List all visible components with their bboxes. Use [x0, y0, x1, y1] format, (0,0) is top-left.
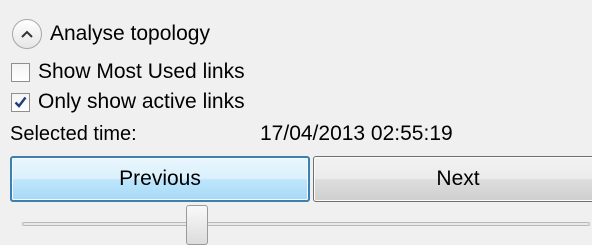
- show-most-used-links-label: Show Most Used links: [38, 60, 245, 83]
- analyse-topology-header[interactable]: Analyse topology: [10, 16, 210, 52]
- time-slider-track[interactable]: [22, 222, 590, 226]
- only-show-active-links-label: Only show active links: [38, 90, 245, 113]
- selected-time-label: Selected time:: [10, 122, 137, 145]
- checkmark-icon: [14, 96, 27, 108]
- selected-time-row: Selected time: 17/04/2013 02:55:19: [10, 120, 453, 148]
- show-most-used-links-option[interactable]: Show Most Used links: [10, 59, 245, 85]
- previous-button[interactable]: Previous: [10, 156, 310, 202]
- collapse-expander-button[interactable]: [12, 19, 42, 49]
- show-most-used-links-checkbox[interactable]: [11, 62, 30, 82]
- chevron-up-icon: [21, 30, 33, 38]
- only-show-active-links-checkbox[interactable]: [11, 92, 30, 112]
- time-slider-thumb[interactable]: [186, 205, 208, 245]
- section-title: Analyse topology: [50, 22, 210, 45]
- selected-time-value: 17/04/2013 02:55:19: [260, 122, 453, 145]
- only-show-active-links-option[interactable]: Only show active links: [10, 89, 245, 115]
- next-button[interactable]: Next: [313, 156, 592, 202]
